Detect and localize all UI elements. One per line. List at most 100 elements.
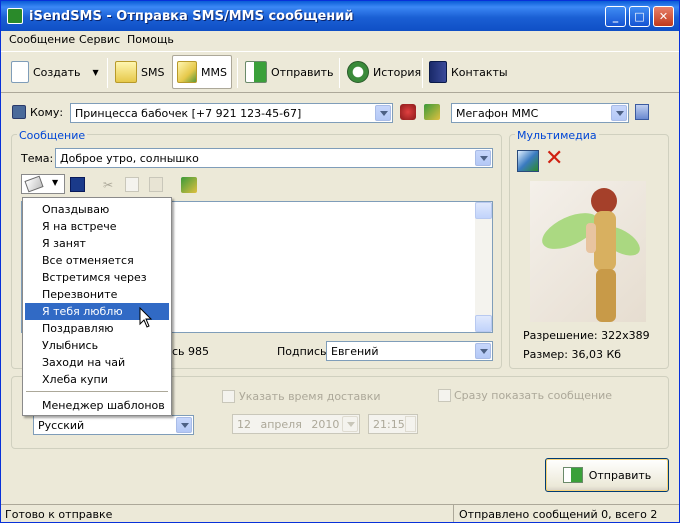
status-separator [453,505,454,522]
signature-combo[interactable]: Евгений [326,341,493,361]
picture-envelope-icon [177,61,198,83]
history-button[interactable]: История [343,55,425,89]
title-bar: iSendSMS - Отправка SMS/MMS сообщений _ … [1,1,679,31]
copy-icon[interactable] [125,177,139,192]
send-button-label: Отправить [588,468,652,482]
contacts-button[interactable]: Контакты [425,55,512,89]
save-icon[interactable] [70,177,85,192]
language-value: Русский [38,419,85,432]
toolbar-separator [107,58,108,88]
date-year: 2010 [311,418,340,431]
chevron-down-icon[interactable]: ▼ [93,68,99,77]
menu-item-template[interactable]: Встретимся через [25,269,169,286]
dropdown-arrow-icon[interactable] [375,105,391,121]
eraser-icon [24,175,44,193]
menu-item-template-manager[interactable]: Менеджер шаблонов [25,397,169,414]
add-contact-icon[interactable] [400,104,416,120]
cut-icon[interactable]: ✂ [103,178,115,192]
menu-item-template[interactable]: Улыбнись [25,337,169,354]
dropdown-arrow-icon[interactable] [475,150,491,166]
scroll-up-icon[interactable] [475,202,492,219]
recipient-value: Принцесса бабочек [+7 921 123-45-67] [75,107,302,120]
message-group-title: Сообщение [17,129,88,142]
send-arrow-icon [245,61,267,83]
menu-item-template[interactable]: Заходи на чай [25,354,169,371]
menu-message[interactable]: Сообщение [9,33,75,46]
delivery-time-checkbox[interactable] [222,390,235,403]
paste-icon[interactable] [149,177,163,192]
recipient-label: Кому: [30,106,64,119]
contacts-picker-icon[interactable] [424,104,440,120]
subject-label: Тема: [21,152,54,165]
date-month: апреля [260,418,302,431]
menu-item-template[interactable]: Перезвоните [25,286,169,303]
time-value: 21:15 [373,418,405,431]
sms-button[interactable]: SMS [111,55,168,89]
menu-help[interactable]: Помощь [127,33,174,46]
multimedia-group-title: Мультимедиа [515,129,599,142]
subject-value: Доброе утро, солнышко [60,152,199,165]
delivery-time-label: Указать время доставки [239,390,381,403]
new-document-icon [11,61,29,83]
menu-item-template[interactable]: Я на встрече [25,218,169,235]
contacts-label: Контакты [451,65,508,79]
send-toolbar-label: Отправить [271,65,334,79]
show-now-label: Сразу показать сообщение [454,389,613,402]
toolbar-separator [237,58,238,88]
operator-combo[interactable]: Мегафон MMC [451,103,629,123]
dropdown-arrow-icon[interactable] [342,416,358,432]
dropdown-arrow-icon[interactable] [475,343,491,359]
dropdown-arrow-icon[interactable] [176,417,192,433]
mms-label: MMS [201,65,227,79]
recipient-combo[interactable]: Принцесса бабочек [+7 921 123-45-67] [70,103,393,123]
contact-card-icon [12,105,26,119]
image-size: Размер: 36,03 Кб [523,348,622,361]
status-bar: Готово к отправке Отправлено сообщений 0… [1,504,679,522]
subject-combo[interactable]: Доброе утро, солнышко [55,148,493,168]
show-now-checkbox[interactable] [438,389,451,402]
toolbar: Создать ▼ SMS MMS Отправить История Конт… [1,51,679,93]
signature-value: Евгений [331,345,379,358]
status-left: Готово к отправке [5,508,113,521]
app-icon [7,8,23,24]
send-arrow-icon [562,467,583,483]
send-button[interactable]: Отправить [545,458,669,492]
envelope-icon [115,61,137,83]
create-button[interactable]: Создать ▼ [7,55,103,89]
menu-item-template[interactable]: Все отменяется [25,252,169,269]
toolbar-separator [422,58,423,88]
insert-image-icon[interactable] [517,150,539,172]
image-resolution: Разрешение: 322x389 [523,329,650,342]
menu-item-template[interactable]: Хлеба купи [25,371,169,388]
operator-settings-icon[interactable] [635,104,649,120]
dropdown-arrow-icon[interactable] [611,105,627,121]
menu-item-template[interactable]: Опаздываю [25,201,169,218]
message-scrollbar[interactable] [475,202,492,332]
app-window: iSendSMS - Отправка SMS/MMS сообщений _ … [0,0,680,523]
history-label: История [373,65,422,79]
time-spinner[interactable] [405,416,416,432]
sms-label: SMS [141,65,165,79]
scroll-down-icon[interactable] [475,315,492,332]
delivery-time-picker[interactable]: 21:15 [368,414,418,434]
language-combo[interactable]: Русский [33,415,194,435]
toolbar-separator [339,58,340,88]
delivery-date-picker[interactable]: 12 апреля 2010 [232,414,360,434]
contacts-insert-icon[interactable] [181,177,197,193]
mms-button[interactable]: MMS [172,55,232,89]
close-button[interactable]: ✕ [653,6,674,27]
menu-item-template[interactable]: Я занят [25,235,169,252]
template-dropdown-button[interactable]: ▼ [21,174,65,194]
history-clock-icon [347,61,369,83]
delete-icon[interactable]: ✕ [545,147,563,171]
send-toolbar-button[interactable]: Отправить [241,55,338,89]
maximize-button[interactable]: □ [629,6,650,27]
menu-bar: Сообщение Сервис Помощь [1,31,679,49]
menu-service[interactable]: Сервис [79,33,120,46]
date-day: 12 [237,418,251,431]
address-book-icon [429,61,447,83]
operator-value: Мегафон MMC [456,107,539,120]
chevron-down-icon: ▼ [52,178,59,187]
minimize-button[interactable]: _ [605,6,626,27]
signature-label: Подпись [277,345,327,358]
